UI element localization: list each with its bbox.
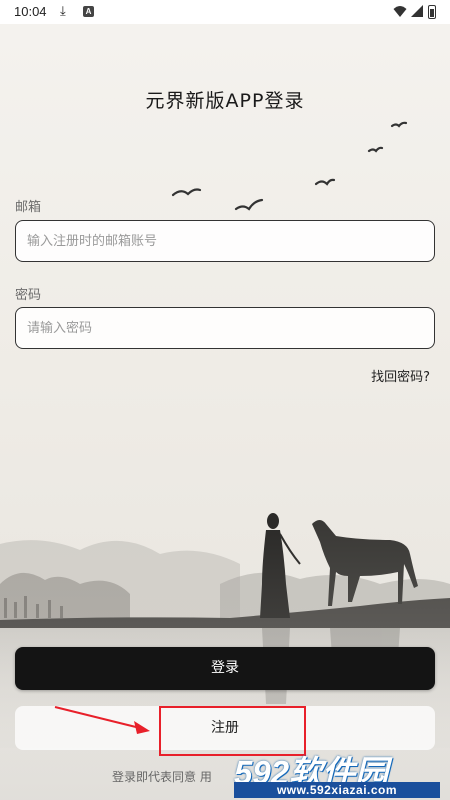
download-icon: ⤓ [60,4,66,19]
login-screen: 元界新版APP登录 邮箱 密码 找回密码? 登录 注册 登录即代表同意 用 59… [0,24,450,800]
email-field[interactable] [16,221,434,261]
status-time: 10:04 [14,4,47,19]
agreement-text[interactable]: 登录即代表同意 用 [112,768,212,785]
watermark-url: www.592xiazai.com [234,782,440,798]
email-field-container[interactable] [15,220,435,262]
password-field-container[interactable] [15,307,435,349]
password-label: 密码 [15,288,42,303]
a-notification-icon: A [83,6,94,17]
login-button[interactable]: 登录 [15,647,435,690]
battery-icon [428,5,436,19]
page-title: 元界新版APP登录 [145,90,305,112]
wifi-icon [393,6,407,17]
watermark-logo: 592软件园 www.592xiazai.com [228,746,450,800]
password-field[interactable] [16,308,434,348]
email-label: 邮箱 [15,200,42,215]
signal-icon [411,5,423,17]
forgot-password-link[interactable]: 找回密码? [371,366,430,385]
birds-icon [171,121,408,211]
status-bar: 10:04 ⤓ A [0,0,450,24]
